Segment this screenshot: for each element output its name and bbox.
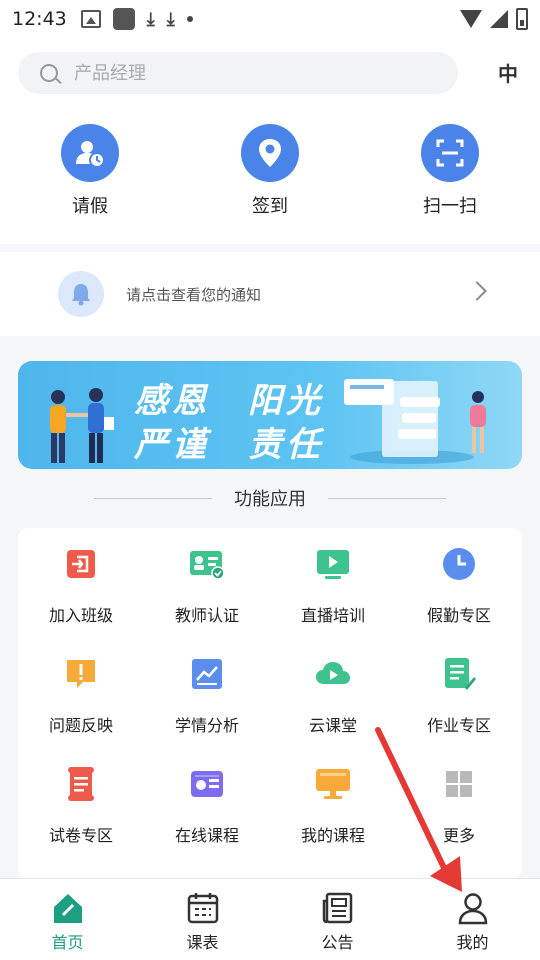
function-leave-attendance[interactable]: 假勤专区 — [396, 536, 522, 646]
newspaper-icon — [322, 892, 352, 924]
bell-icon — [58, 271, 104, 317]
function-label: 云课堂 — [308, 716, 357, 735]
tab-schedule[interactable]: 课表 — [135, 879, 270, 960]
function-more[interactable]: 更多 — [396, 756, 522, 866]
location-pin-icon — [241, 124, 299, 182]
status-notification-icons: ⤓ ⤓ — [80, 8, 193, 30]
battery-icon — [516, 8, 528, 30]
banner-line-2: 严谨 责任 — [134, 425, 324, 465]
search-header: 中 — [0, 38, 540, 108]
calendar-icon — [187, 893, 218, 924]
function-label: 问题反映 — [48, 716, 113, 735]
handshake-illustration — [50, 388, 114, 463]
chevron-right-icon — [467, 281, 487, 301]
tab-label: 首页 — [51, 933, 84, 952]
function-live-training[interactable]: 直播培训 — [270, 536, 396, 646]
bottom-tab-bar: 首页 课表 公告 我的 — [0, 878, 540, 960]
function-learning-analysis[interactable]: 学情分析 — [144, 646, 270, 756]
status-bar: 12:43 ⤓ ⤓ — [0, 0, 540, 38]
signal-icon — [490, 10, 508, 28]
quick-action-scan[interactable]: 扫一扫 — [360, 108, 540, 244]
quick-action-label: 扫一扫 — [423, 196, 477, 217]
online-course-icon — [187, 764, 227, 804]
status-system-icons — [460, 8, 528, 30]
tab-label: 课表 — [186, 933, 219, 952]
warning-icon — [61, 654, 101, 694]
banner-line-1: 感恩 阳光 — [134, 381, 324, 421]
home-icon — [53, 894, 82, 923]
tab-label: 我的 — [456, 933, 489, 952]
teacher-id-icon — [187, 544, 227, 584]
search-input[interactable] — [74, 62, 394, 84]
tab-home[interactable]: 首页 — [0, 879, 135, 960]
app-square-icon — [112, 8, 135, 30]
online-chat-illustration — [344, 379, 486, 464]
user-clock-icon — [61, 124, 119, 182]
function-feedback[interactable]: 问题反映 — [18, 646, 144, 756]
tab-label: 公告 — [321, 933, 354, 952]
homework-icon — [439, 654, 479, 694]
function-label: 更多 — [442, 826, 475, 845]
divider — [94, 497, 212, 499]
exam-paper-icon — [61, 764, 101, 804]
quick-action-leave[interactable]: 请假 — [0, 108, 180, 244]
person-icon — [458, 893, 487, 925]
divider — [328, 497, 446, 499]
live-play-icon — [313, 544, 353, 584]
quick-action-label: 签到 — [252, 196, 288, 217]
search-icon — [40, 64, 58, 82]
cloud-play-icon — [313, 654, 353, 694]
function-homework[interactable]: 作业专区 — [396, 646, 522, 756]
function-label: 作业专区 — [426, 716, 491, 735]
scan-icon — [421, 124, 479, 182]
function-label: 试卷专区 — [48, 826, 113, 845]
wifi-icon — [460, 10, 482, 28]
function-teacher-cert[interactable]: 教师认证 — [144, 536, 270, 646]
section-header: 功能应用 — [0, 480, 540, 516]
download-icon: ⤓ — [166, 8, 175, 30]
join-class-icon — [61, 544, 101, 584]
analysis-chart-icon — [187, 654, 227, 694]
quick-action-label: 请假 — [72, 196, 108, 217]
function-online-course[interactable]: 在线课程 — [144, 756, 270, 866]
more-grid-icon — [439, 764, 479, 804]
quick-actions: 请假 签到 扫一扫 — [0, 108, 540, 244]
function-cloud-class[interactable]: 云课堂 — [270, 646, 396, 756]
function-my-courses[interactable]: 我的课程 — [270, 756, 396, 866]
function-label: 直播培训 — [300, 606, 365, 625]
dot-icon — [186, 16, 193, 22]
function-label: 假勤专区 — [426, 606, 491, 625]
tab-announcements[interactable]: 公告 — [270, 879, 405, 960]
notification-entry[interactable]: 请点击查看您的通知 — [0, 252, 540, 336]
my-course-icon — [313, 764, 353, 804]
function-label: 学情分析 — [174, 716, 239, 735]
promo-banner[interactable]: 感恩 阳光 严谨 责任 — [18, 361, 522, 469]
function-exam-papers[interactable]: 试卷专区 — [18, 756, 144, 866]
clock-icon — [439, 544, 479, 584]
search-bar[interactable] — [18, 52, 458, 94]
function-label: 加入班级 — [48, 606, 113, 625]
function-label: 教师认证 — [174, 606, 239, 625]
image-icon — [80, 10, 101, 28]
status-time: 12:43 — [12, 8, 67, 30]
quick-action-checkin[interactable]: 签到 — [180, 108, 360, 244]
section-title: 功能应用 — [234, 489, 306, 510]
function-join-class[interactable]: 加入班级 — [18, 536, 144, 646]
function-label: 在线课程 — [174, 826, 239, 845]
tab-mine[interactable]: 我的 — [405, 879, 540, 960]
function-grid-card: 加入班级 教师认证 直播培训 假勤专区 问题反映 学情分析 云课堂 作业专区 试… — [18, 528, 522, 878]
function-label: 我的课程 — [300, 826, 365, 845]
language-button[interactable]: 中 — [498, 58, 518, 87]
download-icon: ⤓ — [146, 8, 155, 30]
notification-text: 请点击查看您的通知 — [126, 285, 262, 304]
